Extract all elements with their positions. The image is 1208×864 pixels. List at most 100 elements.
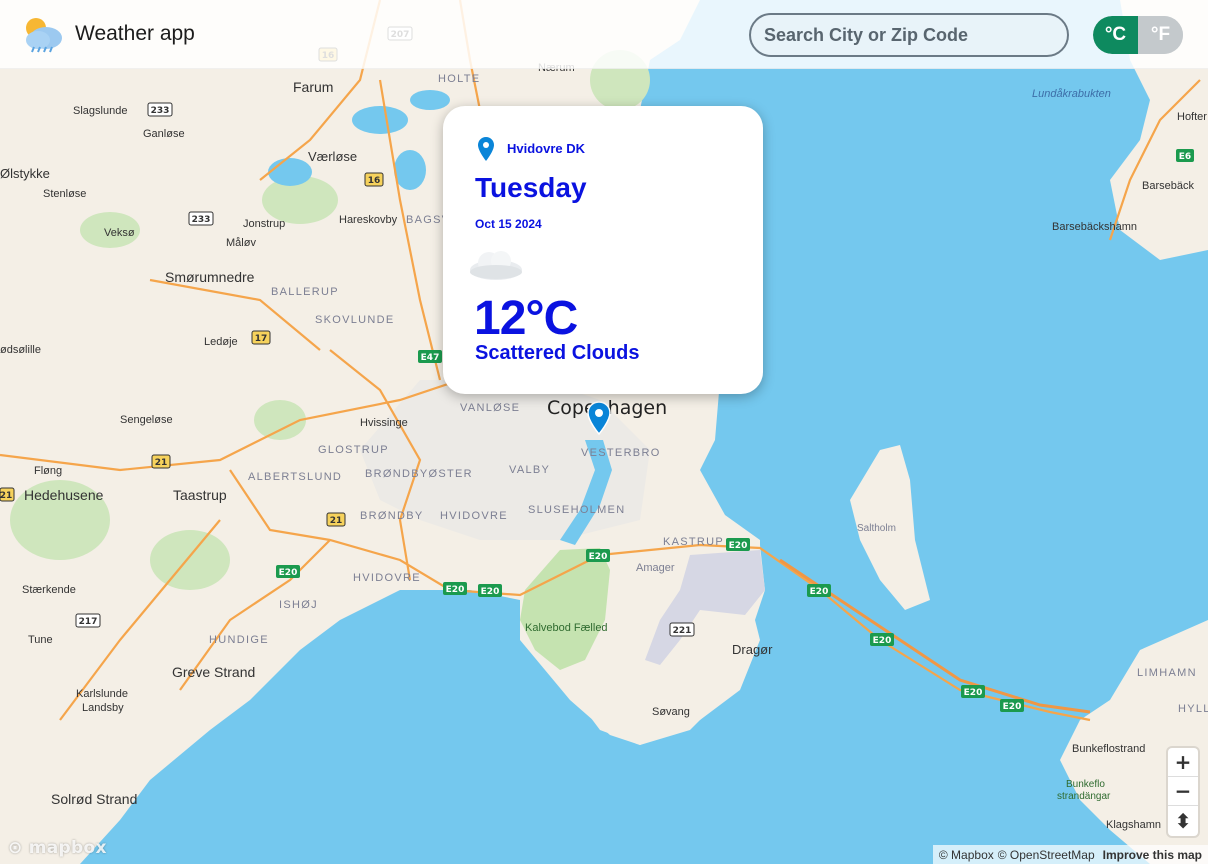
district-label-ballerup: BALLERUP bbox=[271, 286, 339, 298]
mapbox-logo-icon: ⊙ bbox=[8, 838, 23, 858]
svg-text:16: 16 bbox=[368, 176, 381, 186]
town-label-karlslunde: Karlslunde bbox=[76, 688, 128, 700]
town-label-landsby: Landsby bbox=[82, 702, 124, 714]
zoom-out-button[interactable]: − bbox=[1168, 777, 1198, 806]
park-label-strandangar: strandängar bbox=[1057, 791, 1111, 802]
district-label-vanlose: VANLØSE bbox=[460, 402, 521, 414]
svg-text:E20: E20 bbox=[589, 552, 608, 562]
location-name: Hvidovre DK bbox=[507, 141, 586, 156]
attribution-mapbox-link[interactable]: © Mapbox bbox=[939, 848, 994, 862]
svg-text:E20: E20 bbox=[481, 587, 500, 597]
town-label-odsolille: ødsølille bbox=[0, 344, 41, 356]
town-label-taastrup: Taastrup bbox=[173, 487, 227, 503]
town-label-farum: Farum bbox=[293, 79, 334, 95]
town-label-vaerloese: Værløse bbox=[308, 149, 358, 164]
svg-text:E20: E20 bbox=[729, 541, 748, 551]
weather-description: Scattered Clouds bbox=[475, 342, 640, 364]
app-header: Weather app °C °F bbox=[0, 0, 1208, 69]
temperature-value: 12°C bbox=[474, 292, 578, 345]
town-label-malov: Måløv bbox=[226, 237, 256, 249]
district-label-ishoj: ISHØJ bbox=[279, 599, 318, 611]
svg-text:E20: E20 bbox=[1003, 702, 1022, 712]
town-label-vekso: Veksø bbox=[104, 227, 135, 239]
district-label-valby: VALBY bbox=[509, 464, 551, 476]
town-label-klagshamn: Klagshamn bbox=[1106, 819, 1162, 831]
date-label: Oct 15 2024 bbox=[475, 217, 542, 231]
attribution-osm-link[interactable]: © OpenStreetMap bbox=[998, 848, 1095, 862]
town-label-hareskovby: Hareskovby bbox=[339, 214, 398, 226]
svg-text:E20: E20 bbox=[810, 587, 829, 597]
town-label-jonstrup: Jonstrup bbox=[243, 218, 286, 230]
town-label-hedehusene: Hedehusene bbox=[24, 487, 104, 503]
cloud-icon bbox=[470, 251, 522, 280]
town-label-olstykke: Ølstykke bbox=[0, 166, 50, 181]
district-label-hvidovre-upper: HVIDOVRE bbox=[440, 510, 508, 522]
weather-logo-icon bbox=[26, 18, 62, 53]
district-label-brondbyoster: BRØNDBYØSTER bbox=[365, 468, 473, 480]
svg-text:217: 217 bbox=[79, 617, 98, 627]
island-label-saltholm: Saltholm bbox=[857, 523, 896, 534]
svg-text:21: 21 bbox=[0, 491, 12, 501]
town-label-tune: Tune bbox=[28, 634, 53, 646]
svg-text:233: 233 bbox=[192, 215, 211, 225]
mapbox-logo[interactable]: ⊙ mapbox bbox=[8, 838, 107, 858]
district-label-skovlunde: SKOVLUNDE bbox=[315, 314, 395, 326]
water-label-lundakrabukten: Lundåkrabukten bbox=[1032, 88, 1111, 100]
town-label-sovang: Søvang bbox=[652, 706, 690, 718]
district-label-hvidovre-lower: HVIDOVRE bbox=[353, 572, 421, 584]
town-label-smorumnedre: Smørumnedre bbox=[165, 269, 255, 285]
svg-text:21: 21 bbox=[155, 458, 168, 468]
map-location-pin-icon[interactable] bbox=[587, 401, 611, 435]
fahrenheit-button[interactable]: °F bbox=[1138, 16, 1183, 54]
compass-button[interactable]: ⬍ bbox=[1168, 806, 1198, 835]
weekday-label: Tuesday bbox=[475, 172, 587, 203]
town-label-barsebackshamn: Barsebäckshamn bbox=[1052, 221, 1137, 233]
improve-map-link[interactable]: Improve this map bbox=[1103, 848, 1202, 862]
town-label-barseback: Barsebäck bbox=[1142, 180, 1194, 192]
zoom-in-button[interactable]: + bbox=[1168, 748, 1198, 777]
svg-text:E20: E20 bbox=[446, 585, 465, 595]
district-label-glostrup: GLOSTRUP bbox=[318, 444, 389, 456]
area-label-amager: Amager bbox=[636, 562, 675, 574]
unit-toggle[interactable]: °C °F bbox=[1093, 16, 1183, 54]
town-label-starkende: Stærkende bbox=[22, 584, 76, 596]
svg-text:E20: E20 bbox=[279, 568, 298, 578]
svg-text:E20: E20 bbox=[964, 688, 983, 698]
town-label-greve-strand: Greve Strand bbox=[172, 664, 256, 680]
town-label-stenlose: Stenløse bbox=[43, 188, 87, 200]
svg-text:17: 17 bbox=[255, 334, 268, 344]
svg-text:233: 233 bbox=[151, 106, 170, 116]
mapbox-logo-text: mapbox bbox=[28, 838, 107, 858]
town-label-ganlose: Ganløse bbox=[143, 128, 185, 140]
district-label-sluseholmen: SLUSEHOLMEN bbox=[528, 504, 626, 516]
town-label-flong: Fløng bbox=[34, 465, 63, 477]
district-label-brondby: BRØNDBY bbox=[360, 510, 424, 522]
town-label-solrod-strand: Solrød Strand bbox=[51, 791, 138, 807]
district-label-kastrup: KASTRUP bbox=[663, 536, 725, 548]
town-label-sengelose: Sengeløse bbox=[120, 414, 173, 426]
town-label-hofter: Hofter bbox=[1177, 111, 1207, 123]
svg-text:E20: E20 bbox=[873, 636, 892, 646]
town-label-slagslunde: Slagslunde bbox=[73, 105, 128, 117]
svg-text:E6: E6 bbox=[1179, 152, 1191, 162]
district-label-holte: HOLTE bbox=[438, 73, 481, 85]
town-label-hvissinge: Hvissinge bbox=[360, 417, 408, 429]
svg-text:221: 221 bbox=[673, 626, 692, 636]
town-label-bunkeflostrand: Bunkeflostrand bbox=[1072, 743, 1146, 755]
zoom-controls: + − ⬍ bbox=[1168, 748, 1198, 836]
attribution-bar: © Mapbox © OpenStreetMap Improve this ma… bbox=[932, 845, 1208, 864]
district-label-albertslund: ALBERTSLUND bbox=[248, 471, 343, 483]
town-label-dragor: Dragør bbox=[732, 642, 773, 657]
district-label-hyll: HYLL bbox=[1178, 703, 1208, 715]
district-label-limhamn: LIMHAMN bbox=[1137, 667, 1197, 679]
svg-text:21: 21 bbox=[330, 516, 343, 526]
town-label-ledoje: Ledøje bbox=[204, 336, 238, 348]
park-label-kalvebod: Kalvebod Fælled bbox=[525, 622, 608, 634]
svg-text:E47: E47 bbox=[421, 353, 440, 363]
district-label-vesterbro: VESTERBRO bbox=[581, 447, 661, 459]
park-label-bunkeflo: Bunkeflo bbox=[1066, 779, 1105, 790]
celsius-button[interactable]: °C bbox=[1093, 16, 1138, 54]
search-input[interactable] bbox=[749, 13, 1069, 57]
district-label-hundige: HUNDIGE bbox=[209, 634, 269, 646]
weather-card: Hvidovre DK Tuesday Oct 15 2024 12°C Sca… bbox=[443, 106, 763, 394]
